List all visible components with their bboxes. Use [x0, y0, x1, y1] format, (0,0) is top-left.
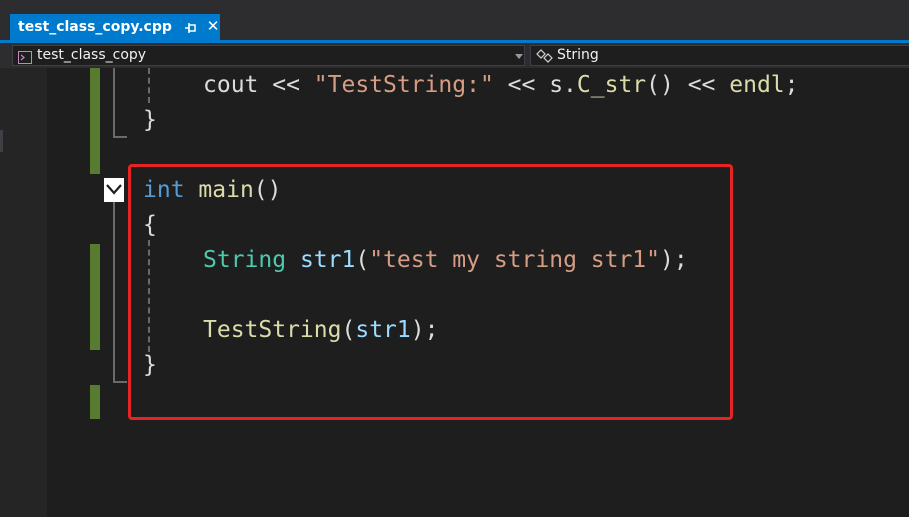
class-icon: [535, 48, 555, 64]
code-line[interactable]: }: [143, 105, 157, 135]
scope-dropdown[interactable]: test_class_copy: [12, 45, 525, 66]
operator: <<: [673, 72, 730, 98]
member-label: String: [557, 47, 599, 63]
identifier: endl: [729, 72, 785, 98]
tab-strip: test_class_copy.cpp ✕: [0, 0, 909, 40]
editor-margin: [0, 68, 47, 517]
chevron-down-icon[interactable]: [515, 54, 523, 59]
identifier: s: [549, 72, 564, 98]
member-dropdown[interactable]: String: [530, 45, 909, 66]
operator: .: [563, 72, 577, 98]
operator: <<: [258, 72, 314, 98]
highlight-annotation: [128, 164, 733, 420]
change-bar: [90, 244, 100, 350]
project-icon: [18, 49, 32, 64]
tab-test-class-copy-cpp[interactable]: test_class_copy.cpp ✕: [10, 14, 220, 40]
indent-guide: [148, 68, 150, 103]
chevron-down-icon: [106, 184, 122, 195]
pin-icon[interactable]: [184, 20, 198, 34]
navigation-bar: test_class_copy String: [0, 43, 909, 68]
block-guide: [113, 202, 115, 381]
block-guide-foot: [113, 136, 127, 138]
collapse-toggle[interactable]: [104, 178, 124, 202]
change-bar: [90, 385, 100, 419]
block-guide: [113, 68, 115, 136]
scroll-marker: [0, 130, 3, 152]
string-literal: "TestString:": [313, 72, 494, 98]
method-name: C_str: [576, 72, 647, 98]
change-bar: [90, 68, 100, 174]
operator: <<: [493, 72, 550, 98]
code-line[interactable]: cout << "TestString:" << s.C_str() << en…: [203, 70, 799, 100]
scope-label: test_class_copy: [37, 47, 147, 63]
punctuation: ;: [784, 72, 799, 98]
tab-title: test_class_copy.cpp: [18, 19, 172, 35]
close-icon[interactable]: ✕: [206, 18, 220, 34]
identifier: cout: [203, 72, 259, 98]
closing-brace: }: [143, 107, 157, 133]
punctuation: (): [646, 72, 674, 98]
block-guide-foot: [113, 381, 127, 383]
